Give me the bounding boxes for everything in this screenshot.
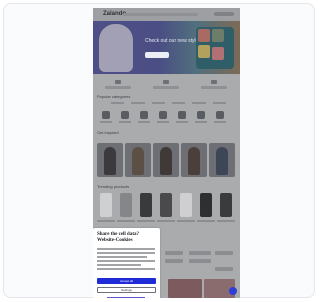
product-card[interactable] (117, 193, 135, 225)
cookie-text-line (97, 268, 155, 270)
header-icons[interactable] (214, 12, 234, 16)
product-card[interactable] (97, 193, 115, 225)
product-card[interactable] (197, 193, 215, 225)
category-icon (159, 111, 167, 119)
category-icon (102, 111, 110, 119)
hero-person-image (99, 24, 133, 72)
help-icon[interactable] (229, 287, 237, 295)
cookie-text-line (97, 260, 155, 262)
section-title-categories: Popular categories (97, 94, 131, 99)
cookie-text-line (97, 248, 155, 250)
category-icon (121, 111, 129, 119)
promo-image[interactable] (168, 279, 202, 298)
return-icon (163, 80, 169, 84)
product-card[interactable] (177, 193, 195, 225)
product-card[interactable] (137, 193, 155, 225)
content-block (189, 259, 211, 263)
cookie-text-line (97, 252, 155, 254)
cookie-text-line (97, 264, 141, 266)
cookie-text-line (97, 256, 147, 258)
hero-banner[interactable]: Check out our new styles (93, 21, 240, 74)
look-card[interactable] (209, 143, 235, 177)
feature-item (103, 80, 133, 90)
look-card[interactable] (153, 143, 179, 177)
hero-product-collage (196, 27, 234, 69)
category-tabs[interactable] (111, 102, 226, 106)
feature-item (199, 80, 229, 90)
category-icon (140, 111, 148, 119)
look-card[interactable] (125, 143, 151, 177)
product-card[interactable] (217, 193, 235, 225)
category-icon (197, 111, 205, 119)
content-block (189, 251, 211, 255)
page-screenshot: Zalando Check out our new styles Popular… (93, 8, 240, 298)
product-card[interactable] (157, 193, 175, 225)
feature-item (151, 80, 181, 90)
content-block (165, 251, 183, 255)
content-block (215, 267, 233, 271)
look-card[interactable] (181, 143, 207, 177)
category-icon (178, 111, 186, 119)
category-item[interactable] (213, 111, 227, 125)
privacy-link[interactable] (107, 297, 145, 298)
hero-cta-button[interactable] (145, 52, 169, 58)
site-header: Zalando (93, 8, 240, 21)
look-card[interactable] (97, 143, 123, 177)
gift-icon (211, 80, 217, 84)
content-block (165, 259, 183, 263)
category-item[interactable] (175, 111, 189, 125)
cookie-title: Share the cell data? Website-Cookies (97, 232, 139, 243)
category-item[interactable] (118, 111, 132, 125)
hero-title: Check out our new styles (145, 38, 201, 44)
category-item[interactable] (137, 111, 151, 125)
category-item[interactable] (99, 111, 113, 125)
cookie-consent-dialog: Share the cell data? Website-Cookies Acc… (93, 228, 160, 298)
category-icon (216, 111, 224, 119)
main-navigation[interactable] (123, 13, 198, 16)
accept-all-button[interactable]: Accept all (97, 278, 156, 284)
section-title-looks: Get inspired (97, 130, 119, 135)
section-title-products: Trending products (97, 184, 130, 189)
truck-icon (115, 80, 121, 84)
content-block (215, 251, 233, 255)
settings-button[interactable]: Settings (97, 287, 156, 293)
category-item[interactable] (194, 111, 208, 125)
category-item[interactable] (156, 111, 170, 125)
